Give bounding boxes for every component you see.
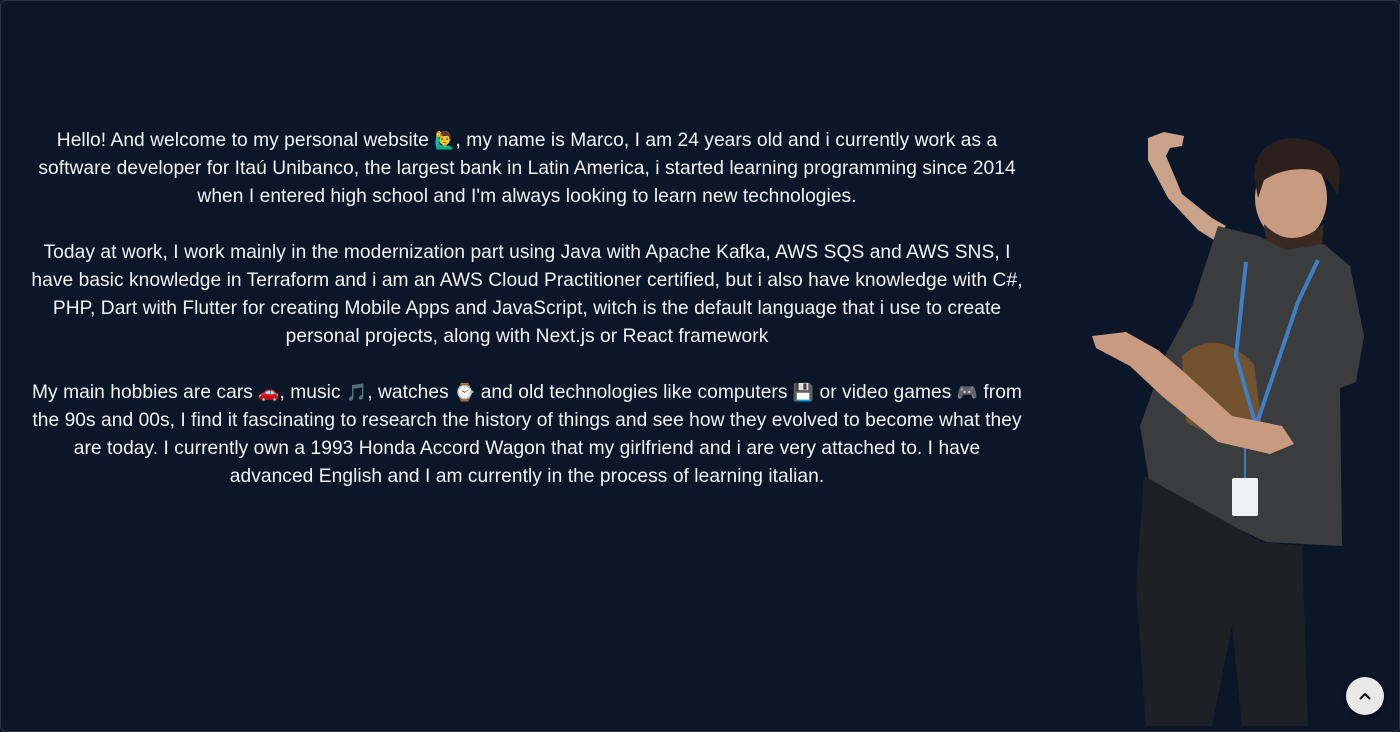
- about-text: Hello! And welcome to my personal websit…: [56, 130, 435, 151]
- gamepad-icon: 🎮: [956, 383, 978, 403]
- id-badge: [1232, 478, 1258, 516]
- scroll-to-top-button[interactable]: [1346, 677, 1384, 715]
- about-text: , watches: [367, 382, 455, 403]
- about-paragraph: Today at work, I work mainly in the mode…: [30, 239, 1024, 351]
- about-text: My main hobbies are cars: [32, 382, 259, 403]
- about-text: or video games: [814, 382, 957, 403]
- floppy-disk-icon: 💾: [792, 383, 815, 403]
- watch-icon: ⌚: [454, 383, 476, 403]
- about-paragraph: Hello! And welcome to my personal websit…: [30, 127, 1024, 211]
- profile-photo: [1092, 132, 1364, 726]
- car-icon: 🚗: [258, 383, 280, 403]
- chevron-up-icon: [1359, 693, 1371, 700]
- about-section: Hello! And welcome to my personal websit…: [30, 127, 1024, 519]
- about-text: and old technologies like computers: [475, 382, 793, 403]
- about-text: , music: [279, 382, 346, 403]
- about-text: Today at work, I work mainly in the mode…: [31, 242, 1023, 347]
- about-paragraph: My main hobbies are cars 🚗, music 🎵, wat…: [30, 379, 1024, 491]
- person-raising-hand-icon: 🙋‍♂️: [434, 131, 456, 151]
- raised-arm: [1148, 132, 1226, 240]
- music-note-icon: 🎵: [346, 383, 368, 403]
